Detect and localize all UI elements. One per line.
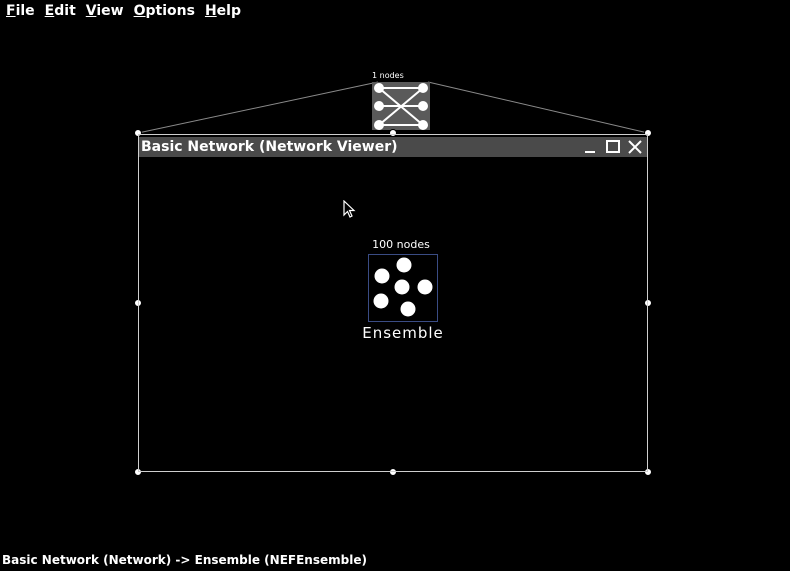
minimize-icon[interactable]: [581, 138, 599, 156]
maximize-icon[interactable]: [604, 138, 622, 156]
mouse-pointer-icon: [343, 200, 356, 218]
ensemble-icon: [373, 257, 433, 317]
status-bar: Basic Network (Network) -> Ensemble (NEF…: [2, 553, 367, 567]
viewer-title: Basic Network (Network Viewer): [141, 139, 398, 155]
ensemble-node-count: 100 nodes: [372, 238, 430, 251]
close-icon[interactable]: [626, 138, 644, 156]
ensemble-name: Ensemble: [362, 324, 444, 342]
expand-line-right: [427, 81, 649, 134]
ensemble-node[interactable]: [368, 254, 438, 322]
network-node-count: 1 nodes: [372, 71, 404, 80]
network-icon[interactable]: [372, 82, 430, 130]
expand-line-left: [137, 81, 379, 134]
viewer-titlebar[interactable]: Basic Network (Network Viewer): [139, 137, 647, 157]
